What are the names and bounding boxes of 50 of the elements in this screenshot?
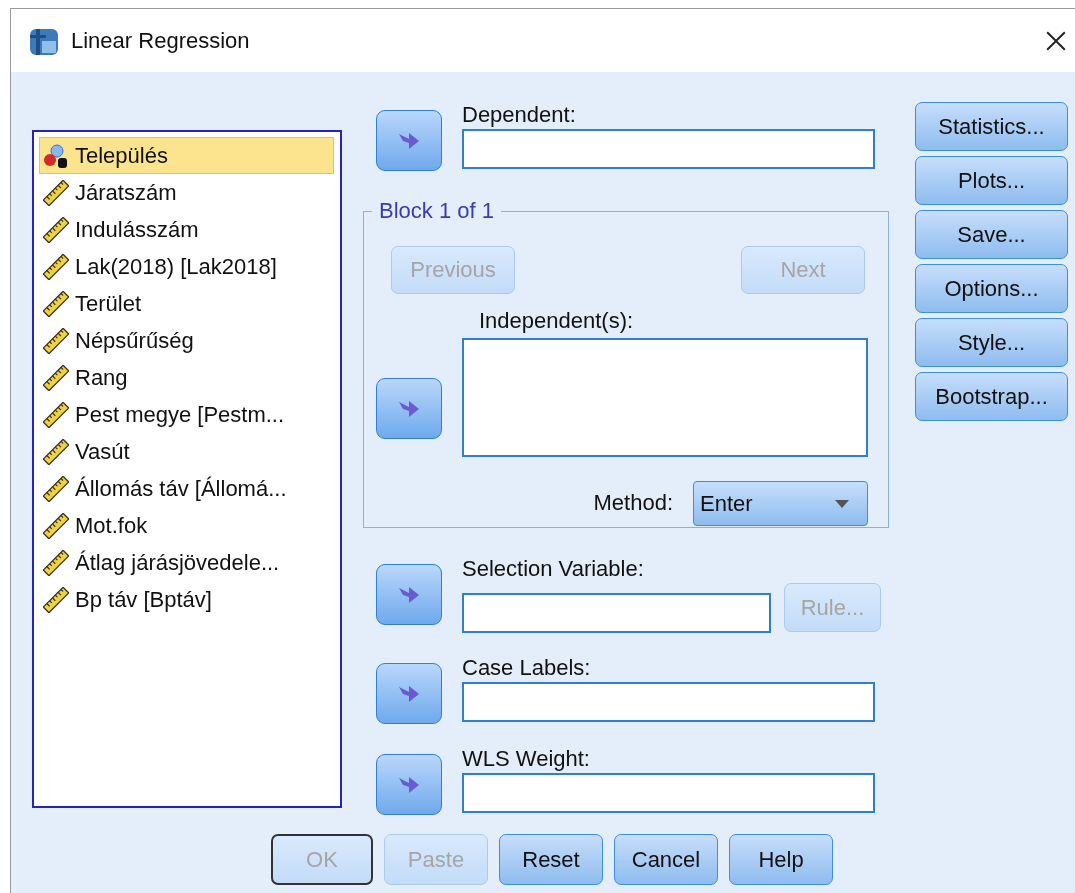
- move-arrow-button[interactable]: [376, 754, 442, 815]
- dialog-button[interactable]: Help: [729, 834, 833, 885]
- field-label: Independent(s):: [479, 308, 635, 335]
- arrow-icon: [397, 584, 421, 605]
- side-button[interactable]: Save...: [915, 210, 1068, 259]
- arrow-icon: [397, 774, 421, 795]
- dependent-field[interactable]: [462, 129, 875, 169]
- group-legend: Block 1 of 1: [372, 198, 501, 224]
- side-button[interactable]: Statistics...: [915, 102, 1068, 151]
- move-arrow-button[interactable]: [376, 378, 442, 439]
- case-labels-field[interactable]: [462, 682, 875, 722]
- dialog-button[interactable]: Reset: [499, 834, 603, 885]
- variable-item[interactable]: Állomás táv [Állomá...: [39, 470, 334, 507]
- variable-item[interactable]: Járatszám: [39, 174, 334, 211]
- dialog-button[interactable]: Cancel: [614, 834, 718, 885]
- independents-list[interactable]: [462, 338, 868, 457]
- side-button[interactable]: Style...: [915, 318, 1068, 367]
- variable-item[interactable]: Rang: [39, 359, 334, 396]
- variable-item[interactable]: Vasút: [39, 433, 334, 470]
- variable-item[interactable]: Átlag járásjövedele...: [39, 544, 334, 581]
- side-button[interactable]: Bootstrap...: [915, 372, 1068, 421]
- nominal-variable-icon: [43, 142, 69, 169]
- variable-item[interactable]: Település: [39, 137, 334, 174]
- variable-item[interactable]: Terület: [39, 285, 334, 322]
- wls-weight-field[interactable]: [462, 773, 875, 813]
- variable-item[interactable]: Bp táv [Bptáv]: [39, 581, 334, 618]
- variable-list[interactable]: Település Járatszám Indulásszám Lak(2018) [Lak2018] Terület Népsűrűség Rang Pest megye [Pestm... Vasút Állomás táv [Állomá... Mot.fok Átlag járásjövedele... Bp táv [Bptáv]: [32, 130, 342, 808]
- side-button[interactable]: Plots...: [915, 156, 1068, 205]
- close-icon[interactable]: [1045, 29, 1067, 52]
- arrow-icon: [397, 130, 421, 151]
- method-dropdown[interactable]: Enter: [693, 481, 868, 526]
- field-label: Dependent:: [462, 102, 577, 129]
- field-label: Selection Variable:: [462, 556, 645, 583]
- move-arrow-button[interactable]: [376, 663, 442, 724]
- variable-item[interactable]: Mot.fok: [39, 507, 334, 544]
- move-arrow-button[interactable]: [376, 110, 442, 171]
- arrow-icon: [397, 683, 421, 704]
- variable-item[interactable]: Indulásszám: [39, 211, 334, 248]
- dropdown-caret-icon: [835, 499, 849, 508]
- variable-item[interactable]: Népsűrűség: [39, 322, 334, 359]
- arrow-icon: [397, 398, 421, 419]
- window-title: Linear Regression: [71, 27, 250, 54]
- variable-item[interactable]: Lak(2018) [Lak2018]: [39, 248, 334, 285]
- field-label: WLS Weight:: [462, 746, 591, 773]
- selection-variable-field[interactable]: [462, 593, 771, 633]
- variable-item[interactable]: Pest megye [Pestm...: [39, 396, 334, 433]
- move-arrow-button[interactable]: [376, 564, 442, 625]
- side-button[interactable]: Options...: [915, 264, 1068, 313]
- field-label: Case Labels:: [462, 655, 592, 682]
- method-label: Method:: [593, 490, 673, 517]
